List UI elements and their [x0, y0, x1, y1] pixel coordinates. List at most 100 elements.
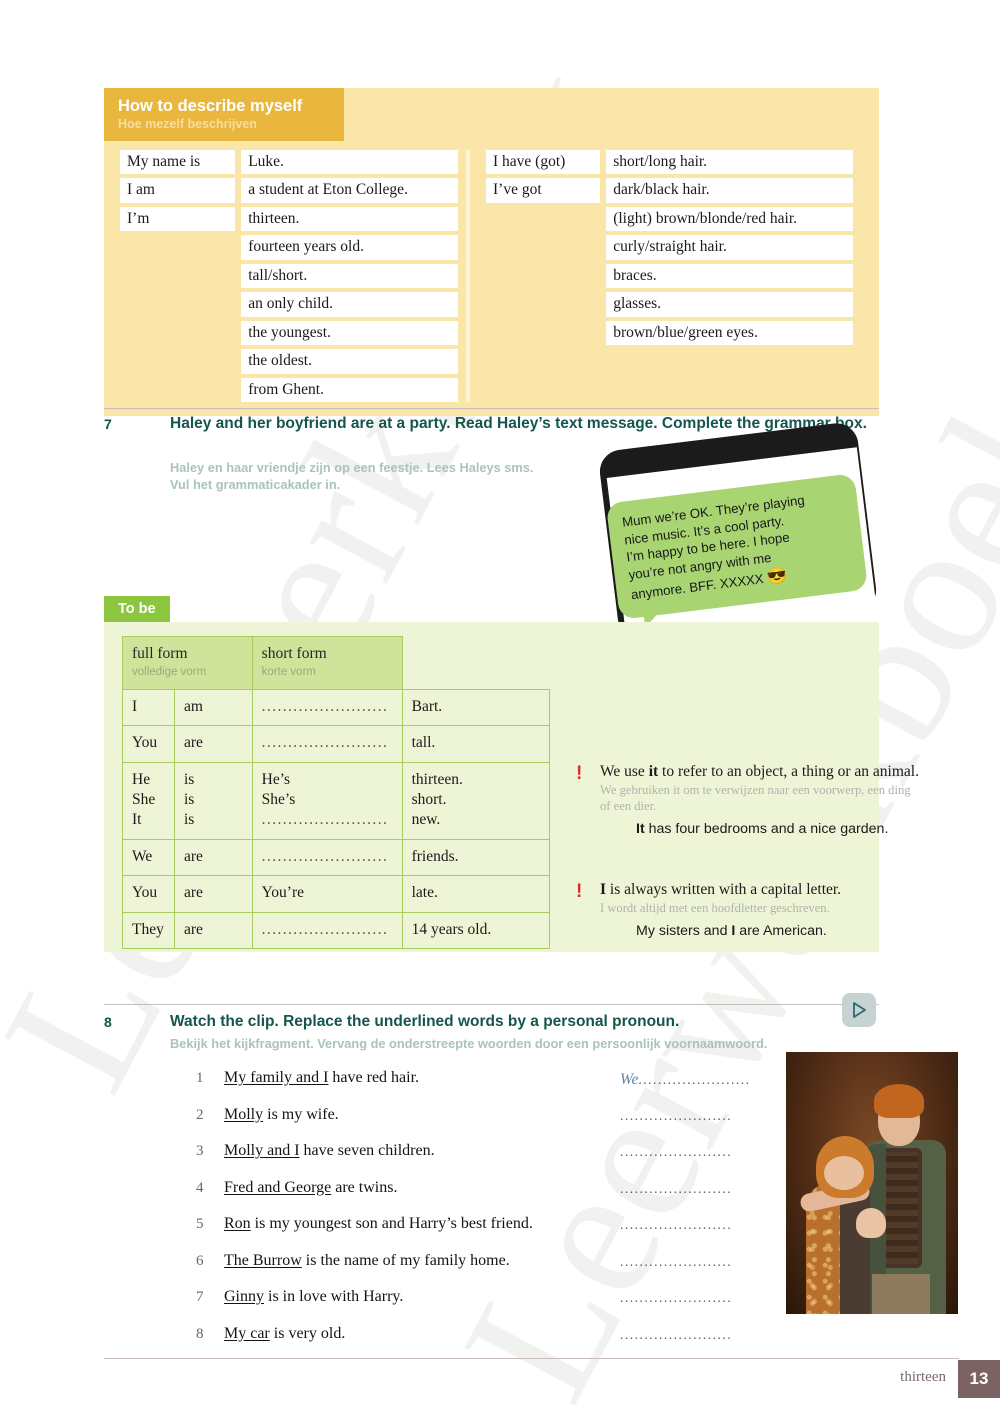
- describe-right-subject-list: I have (got) I’ve got: [486, 149, 601, 403]
- note-i-main-post: is always written with a capital letter.: [606, 881, 842, 898]
- exercise8-answer-field[interactable]: .......................: [620, 1108, 750, 1124]
- describe-myself-box: How to describe myself Hoe mezelf beschr…: [104, 88, 879, 417]
- tobe-complement-cell-value: tall.: [411, 734, 436, 752]
- tobe-header-fullform: full form volledige vorm: [122, 636, 253, 690]
- note-i-example-rest: are American.: [735, 922, 827, 939]
- tobe-complement-cell: tall.: [401, 725, 551, 763]
- tobe-verb-cell: am: [173, 688, 253, 727]
- tobe-verb-cell-value: are: [183, 734, 203, 752]
- tobe-shortform-cell[interactable]: ........................: [251, 688, 403, 727]
- workbook-page: How to describe myself Hoe mezelf beschr…: [0, 0, 1000, 1414]
- exercise8-number: 8: [104, 1014, 112, 1030]
- exercise8-item-sentence: Molly and I have seven children.: [224, 1142, 435, 1159]
- exercise8-item-sentence: My family and I have red hair.: [224, 1069, 420, 1086]
- exercise8-item-sentence: My car is very old.: [224, 1324, 346, 1342]
- exercise8-underlined-words: The Burrow: [224, 1251, 302, 1269]
- exercise8-answer-field[interactable]: .......................: [620, 1181, 750, 1197]
- footer-divider: [104, 1358, 959, 1359]
- tobe-verb-cell: are: [173, 725, 253, 763]
- exercise8-item-number: 3: [196, 1143, 204, 1159]
- describe-completion-cell: brown/blue/green eyes.: [606, 320, 853, 346]
- note-it-example-rest: has four bedrooms and a nice garden.: [644, 821, 889, 838]
- tobe-shortform-cell-value: ........................: [261, 920, 389, 938]
- exercise8-item: 3 Molly and I have seven children........…: [196, 1141, 756, 1178]
- exercise8-item-number: 8: [196, 1325, 204, 1342]
- phone-illustration: Mum we’re OK. They’re playing nice music…: [590, 420, 900, 645]
- exercise8-item: 2 Molly is my wife.......................…: [196, 1105, 756, 1142]
- note-it: ! We use it to refer to an object, a thi…: [576, 762, 921, 837]
- describe-completion-cell: an only child.: [241, 292, 458, 317]
- tobe-pronoun-cell: We: [122, 838, 175, 877]
- sunglasses-emoji-icon: 😎: [766, 566, 788, 587]
- tobe-shortform-cell[interactable]: You’re: [251, 875, 403, 913]
- note-it-example: It has four bedrooms and a nice garden.: [636, 821, 921, 837]
- tobe-shortform-cell-value: He’s: [261, 770, 291, 788]
- tobe-shortform-cell-value: ........................: [261, 697, 389, 715]
- exercise8-item-sentence: Molly is my wife.: [224, 1105, 339, 1123]
- tobe-pronoun-cell-value: It: [132, 811, 142, 829]
- note-i-example: My sisters and I are American.: [636, 923, 921, 939]
- exercise8-underlined-words: Fred and George: [224, 1178, 332, 1196]
- exercise8-answer-field[interactable]: .......................: [620, 1254, 750, 1270]
- exercise7-number: 7: [104, 416, 112, 432]
- tobe-shortform-cell-value: You’re: [261, 884, 305, 902]
- tobe-shortform-cell[interactable]: ........................: [251, 725, 403, 763]
- tobe-verb-cell: is is is: [173, 761, 253, 840]
- describe-subject-cell: I am: [120, 178, 236, 203]
- exercise8-underlined-words: Molly: [224, 1105, 264, 1123]
- exercise8-item: 7 Ginny is in love with Harry............…: [196, 1287, 756, 1324]
- exercise8-answer-field[interactable]: .......................: [620, 1290, 750, 1306]
- exercise8-item-sentence: Ginny is in love with Harry.: [224, 1288, 404, 1305]
- exercise8-item-number: 2: [196, 1106, 204, 1123]
- exercise8-answer-field[interactable]: .......................: [620, 1327, 750, 1343]
- photo-woman-face: [824, 1156, 864, 1190]
- tobe-verb-cell: are: [173, 875, 253, 913]
- describe-box-body: My name is I am I’m Luke. a student at Eton…: [104, 141, 879, 417]
- tobe-verb-cell-value: am: [183, 697, 203, 715]
- tobe-label: To be: [104, 596, 170, 623]
- tobe-complement-cell-value: late.: [411, 884, 438, 902]
- tobe-shortform-cell-value: ........................: [261, 847, 389, 865]
- describe-left-subject-list: My name is I am I’m: [120, 149, 236, 403]
- tobe-verb-cell-value: are: [183, 884, 203, 902]
- describe-box-header: How to describe myself Hoe mezelf beschr…: [104, 88, 344, 141]
- tobe-shortform-cell[interactable]: ........................: [251, 838, 403, 877]
- tobe-pronoun-cell-value: We: [132, 847, 153, 865]
- photo-man-shirt-pattern: [886, 1152, 918, 1264]
- tobe-shortform-cell-value: ........................: [261, 734, 389, 752]
- tobe-header-shortform: short form korte vorm: [251, 636, 403, 690]
- exercise8-item-number: 4: [196, 1179, 204, 1196]
- exercise8-answer-field[interactable]: .......................: [620, 1144, 750, 1160]
- describe-box-left-column: My name is I am I’m Luke. a student at Eton…: [104, 149, 466, 403]
- describe-box-title-en: How to describe myself: [118, 97, 303, 115]
- exclamation-icon: !: [576, 763, 583, 784]
- exercise8-item: 4 Fred and George are twins..............…: [196, 1178, 756, 1215]
- exercise8-answer-field[interactable]: We.......................: [620, 1071, 750, 1089]
- tobe-complement-cell-value: Bart.: [411, 697, 443, 715]
- exercise8-item: 5 Ron is my youngest son and Harry’s best…: [196, 1214, 756, 1251]
- exercise8-item-number: 1: [196, 1070, 204, 1086]
- tobe-pronoun-cell: You: [122, 725, 175, 763]
- exercise8-answer-field[interactable]: .......................: [620, 1217, 750, 1233]
- tobe-shortform-cell[interactable]: ........................: [251, 911, 403, 950]
- footer-page-word: thirteen: [900, 1369, 946, 1385]
- describe-completion-cell: Luke.: [241, 149, 458, 175]
- note-i-sub: I wordt altijd met een hoofdletter gesch…: [600, 900, 830, 915]
- describe-left-completion-list: Luke. a student at Eton College. thirteen.…: [241, 149, 458, 403]
- describe-right-completion-list: short/long hair. dark/black hair. (light) …: [606, 149, 853, 403]
- exercise8-item-sentence: Fred and George are twins.: [224, 1178, 398, 1196]
- tobe-verb-cell-value: is: [183, 790, 195, 808]
- describe-completion-cell: curly/straight hair.: [606, 235, 853, 260]
- tobe-row: You are........................ tall.: [122, 725, 551, 763]
- note-it-main: We use it to refer to an object, a thing…: [600, 762, 921, 782]
- exercise8-underlined-words: My family and I: [224, 1069, 329, 1086]
- exercise7-subtitle-line2: Vul het grammaticakader in.: [170, 477, 341, 492]
- tobe-shortform-cell[interactable]: He’s She’s........................: [251, 761, 403, 840]
- describe-completion-cell: the oldest.: [241, 349, 458, 374]
- tobe-pronoun-cell-value: She: [132, 790, 156, 808]
- exercise8-subtitle: Bekijk het kijkfragment. Vervang de onde…: [170, 1036, 768, 1051]
- tobe-complement-cell: thirteen. short. new.: [401, 761, 551, 840]
- tobe-complement-cell: late.: [401, 875, 551, 913]
- exercise8-answer-value: We: [620, 1071, 639, 1088]
- tobe-header-row: full form volledige vorm short form korte v…: [122, 636, 550, 690]
